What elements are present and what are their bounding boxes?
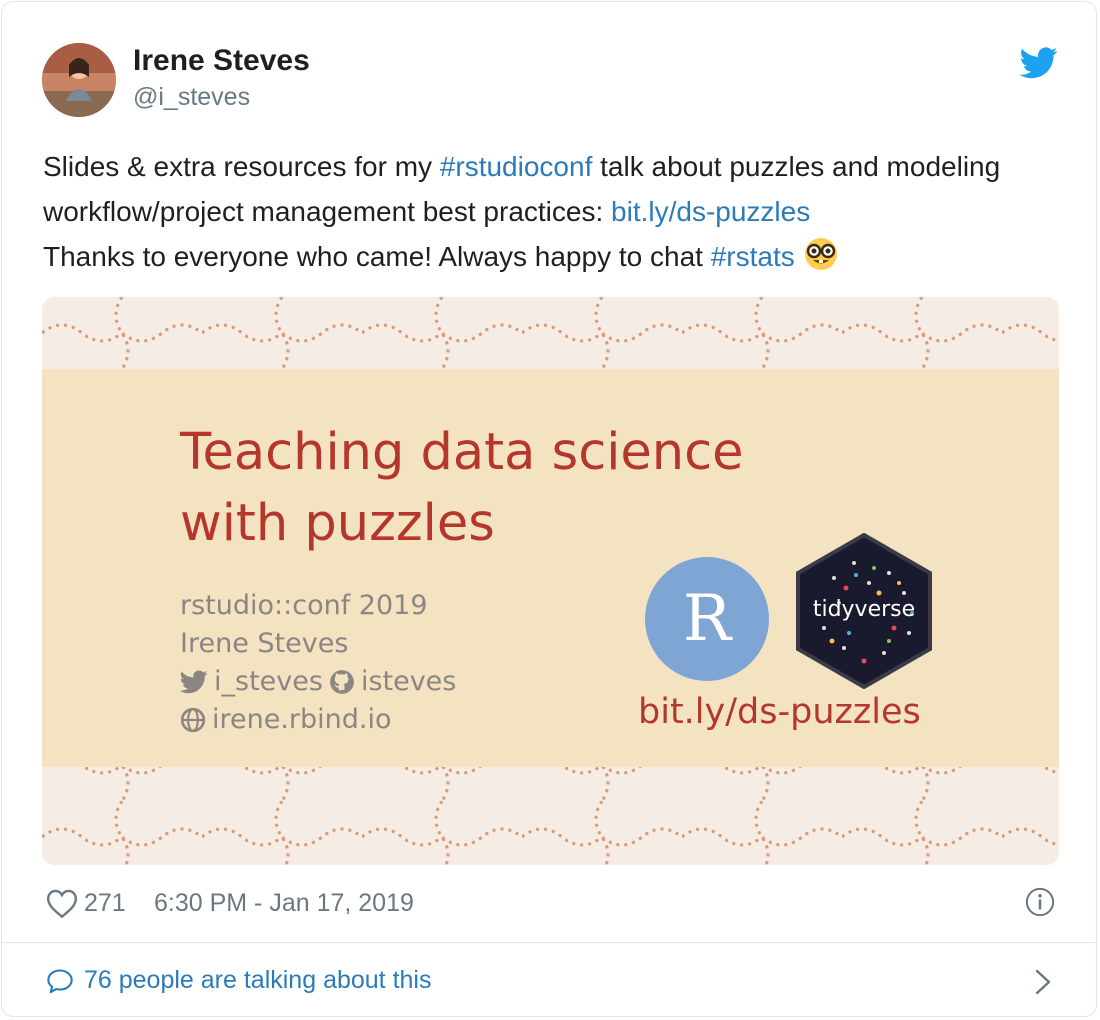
r-logo: R [645,557,769,681]
media-image[interactable]: Teaching data science with puzzles rstud… [42,297,1059,865]
slide-title-line: Teaching data science [180,423,744,482]
discussion-link[interactable]: 76 people are talking about this [46,966,431,995]
divider [2,942,1096,943]
slide-meta: rstudio::conf 2019 Irene Steves i_steves… [180,587,456,739]
avatar[interactable] [42,43,116,117]
tweet-footer: 271 6:30 PM - Jan 17, 2019 [42,884,1062,924]
tweet-card: Irene Steves @i_steves Slides & extra re… [1,1,1097,1017]
twitter-icon [180,670,208,694]
slide: Teaching data science with puzzles rstud… [42,369,1059,767]
speech-bubble-icon [47,968,73,993]
twitter-bird-icon[interactable] [1020,47,1058,79]
discussion-label[interactable]: 76 people are talking about this [84,966,431,995]
slide-title-line: with puzzles [180,494,495,553]
tweet-link[interactable]: bit.ly/ds-puzzles [611,196,810,227]
hashtag-rstudioconf[interactable]: #rstudioconf [440,151,593,182]
info-icon[interactable] [1025,887,1055,917]
tweet-text: Slides & extra resources for my #rstudio… [43,144,1073,279]
chevron-right-icon[interactable] [1034,968,1052,996]
slide-twitter-handle: i_steves [214,666,323,697]
heart-icon[interactable] [46,889,78,918]
hashtag-rstats[interactable]: #rstats [711,241,795,272]
slide-presenter: Irene Steves [180,628,349,659]
globe-icon [180,707,206,733]
tidyverse-label: tidyverse [812,597,916,622]
slide-website: irene.rbind.io [212,704,392,735]
author-name[interactable]: Irene Steves [133,44,310,78]
timestamp[interactable]: 6:30 PM - Jan 17, 2019 [154,889,414,918]
author-handle[interactable]: @i_steves [133,83,250,112]
nerd-face-emoji-icon [804,238,837,270]
like-count[interactable]: 271 [84,889,126,918]
slide-github-handle: isteves [360,666,457,697]
github-icon [330,670,354,694]
slide-title: Teaching data science with puzzles [180,417,800,559]
tweet-text-part [795,241,803,272]
tweet-text-part: Slides & extra resources for my [43,151,440,182]
slide-website-row: irene.rbind.io [180,701,456,739]
slide-social: i_steves isteves [180,663,456,701]
slide-conf: rstudio::conf 2019 [180,590,428,621]
tweet-text-part: Thanks to everyone who came! Always happ… [43,241,711,272]
slide-link: bit.ly/ds-puzzles [638,692,921,732]
